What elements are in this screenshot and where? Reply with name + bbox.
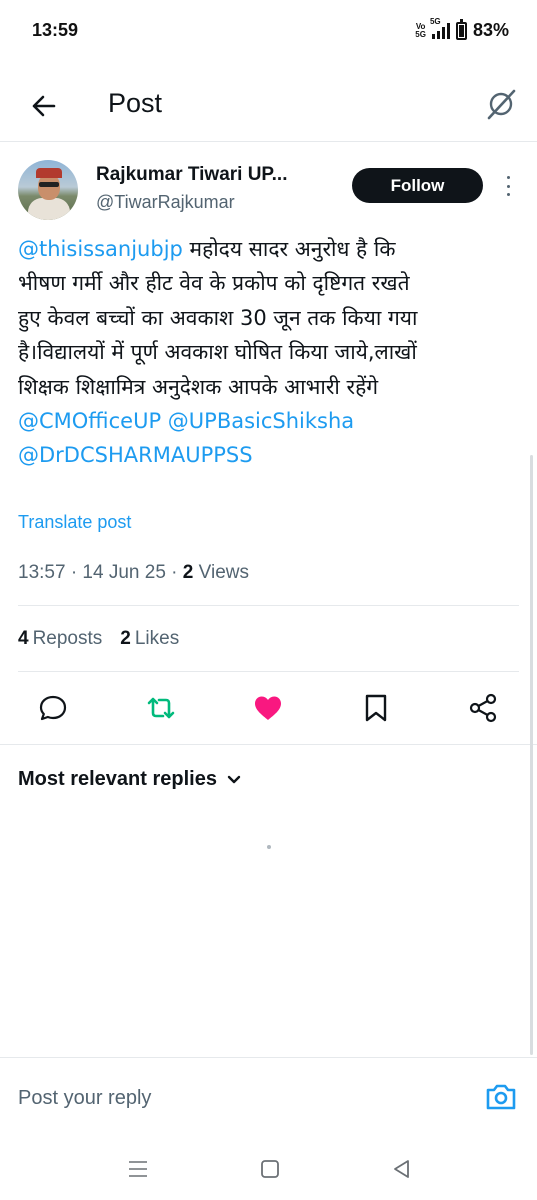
mention-link[interactable]: @thisissanjubjp — [18, 237, 183, 261]
status-indicators: Vo 5G 5G 83% — [415, 17, 509, 41]
author-name[interactable]: Rajkumar Tiwari UP... — [96, 164, 288, 186]
post-line: हुए केवल बच्चों का अवकाश 30 जून तक किया … — [18, 305, 418, 330]
divider — [0, 1057, 537, 1058]
post-line: @DrDCSHARMAUPPSS — [18, 438, 518, 472]
translate-post-link[interactable]: Translate post — [18, 512, 131, 533]
mention-link[interactable]: @CMOfficeUP @UPBasicShiksha — [18, 409, 354, 433]
top-app-bar: Post — [0, 70, 537, 142]
like-button[interactable] — [252, 692, 284, 724]
share-icon — [469, 693, 497, 723]
repost-icon — [147, 697, 175, 719]
reply-button[interactable] — [37, 692, 69, 724]
reply-icon — [39, 695, 67, 721]
repost-button[interactable] — [145, 692, 177, 724]
divider — [18, 605, 519, 606]
like-icon — [255, 696, 281, 720]
signal-icon: 5G — [430, 17, 450, 39]
system-navigation-bar — [0, 1140, 537, 1200]
scrollbar[interactable] — [530, 455, 533, 1055]
author-handle[interactable]: @TiwarRajkumar — [96, 192, 235, 213]
reposts-stat[interactable]: 4 Reposts — [18, 628, 102, 650]
grok-icon — [487, 89, 516, 120]
battery-icon — [455, 18, 467, 40]
home-button[interactable] — [258, 1157, 282, 1181]
volte-indicator: Vo 5G — [415, 21, 426, 39]
likes-stat[interactable]: 2 Likes — [120, 628, 179, 650]
home-square-icon — [261, 1160, 279, 1178]
chevron-down-icon — [227, 775, 241, 783]
views-count: 2 — [182, 562, 194, 583]
post-meta: 13:57 · 14 Jun 25 · 2 Views — [18, 562, 249, 584]
mention-link[interactable]: @DrDCSHARMAUPPSS — [18, 443, 253, 467]
back-button[interactable] — [24, 86, 64, 126]
system-back-button[interactable] — [390, 1157, 414, 1181]
bookmark-button[interactable] — [360, 692, 392, 724]
follow-button[interactable]: Follow — [352, 168, 483, 203]
network-type-label: 5G — [429, 16, 441, 26]
post-line: @thisissanjubjp महोदय सादर अनुरोध है कि — [18, 237, 396, 261]
views-label: Views — [193, 562, 249, 583]
camera-button[interactable] — [484, 1081, 518, 1113]
menu-lines-icon — [129, 1161, 147, 1177]
more-options-button[interactable] — [500, 174, 516, 198]
post-line: है।विद्यालयों में पूर्ण अवकाश घोषित किया… — [18, 340, 417, 365]
recent-apps-button[interactable] — [126, 1157, 150, 1181]
avatar[interactable] — [18, 160, 78, 220]
loading-indicator — [267, 845, 271, 849]
post-timestamp[interactable]: 13:57 · 14 Jun 25 · — [18, 562, 183, 583]
reply-input[interactable]: Post your reply — [18, 1087, 151, 1110]
camera-icon — [486, 1084, 516, 1110]
replies-sort-label: Most relevant replies — [18, 768, 217, 790]
page-title: Post — [108, 88, 163, 118]
bookmark-icon — [365, 694, 387, 722]
battery-percent: 83% — [472, 20, 509, 40]
grok-button[interactable] — [483, 84, 519, 124]
engagement-counts: 4 Reposts 2 Likes — [18, 628, 179, 650]
arrow-left-icon — [32, 95, 56, 117]
divider — [18, 671, 519, 672]
more-dots-icon — [506, 176, 510, 179]
back-triangle-icon — [394, 1160, 409, 1178]
post-text: @thisissanjubjp महोदय सादर अनुरोध है कि … — [18, 232, 518, 473]
share-button[interactable] — [467, 692, 499, 724]
post-line: शिक्षक शिक्षामित्र अनुदेशक आपके आभारी रह… — [18, 374, 379, 399]
status-time: 13:59 — [32, 20, 79, 40]
status-bar: 13:59 Vo 5G 5G 83% — [0, 0, 537, 64]
post-line: भीषण गर्मी और हीट वेव के प्रकोप को दृष्ट… — [18, 271, 410, 296]
post-line: @CMOfficeUP @UPBasicShiksha — [18, 404, 518, 438]
replies-sort-dropdown[interactable]: Most relevant replies — [18, 768, 243, 791]
divider — [0, 744, 537, 745]
